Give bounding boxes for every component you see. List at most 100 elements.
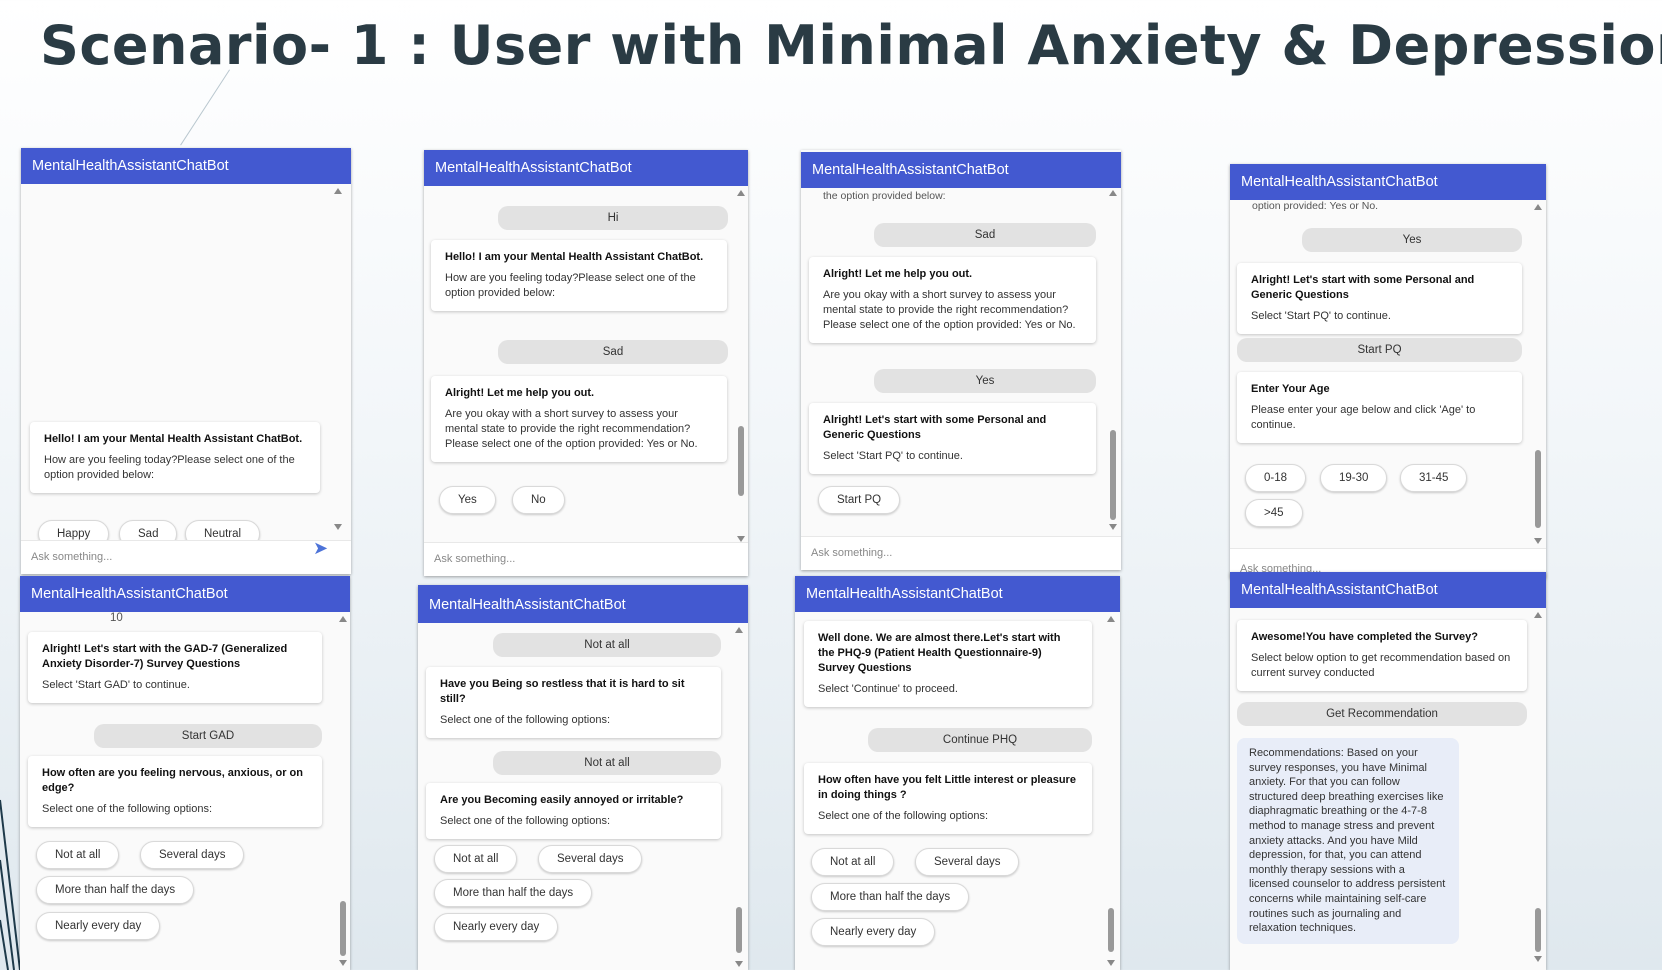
chat-header: MentalHealthAssistantChatBot — [1230, 572, 1546, 608]
message-body: Select one of the following options: — [440, 815, 611, 827]
chat-window-7: MentalHealthAssistantChatBot Well done. … — [795, 576, 1120, 970]
scroll-down-icon[interactable] — [1107, 960, 1115, 966]
bot-message-pq: Alright! Let's start with some Personal … — [1237, 263, 1522, 334]
bot-message-question: Are you Becoming easily annoyed or irrit… — [426, 783, 721, 839]
message-body: Are you okay with a short survey to asse… — [445, 408, 698, 450]
quick-reply-more-than-half[interactable]: More than half the days — [811, 883, 970, 911]
quick-reply-age-over-45[interactable]: >45 — [1245, 499, 1303, 527]
scroll-up-icon[interactable] — [1109, 190, 1117, 196]
scrollbar[interactable] — [736, 190, 746, 542]
get-recommendation-button[interactable]: Get Recommendation — [1237, 702, 1527, 726]
scroll-down-icon[interactable] — [334, 524, 342, 530]
chat-window-5: MentalHealthAssistantChatBot 10 Alright!… — [20, 576, 350, 970]
scroll-up-icon[interactable] — [737, 190, 745, 196]
scroll-down-icon[interactable] — [339, 960, 347, 966]
message-input[interactable]: Ask something... — [424, 542, 748, 576]
chat-window-6: MentalHealthAssistantChatBot Not at all … — [418, 585, 748, 970]
user-message: Not at all — [493, 751, 721, 775]
quick-reply-several-days[interactable]: Several days — [140, 841, 245, 869]
scrollbar[interactable] — [1108, 190, 1118, 530]
user-message: Sad — [498, 340, 728, 364]
message-body: Select one of the following options: — [818, 810, 989, 822]
bot-message-age: Enter Your Age Please enter your age bel… — [1237, 372, 1522, 443]
user-message: Hi — [498, 206, 728, 230]
user-message: Continue PHQ — [868, 728, 1092, 752]
bot-message-question: Have you Being so restless that it is ha… — [426, 667, 721, 738]
message-body: Select below option to get recommendatio… — [1251, 652, 1511, 679]
decorative-stripes — [0, 799, 21, 970]
scroll-up-icon[interactable] — [334, 188, 342, 194]
quick-reply-not-at-all[interactable]: Not at all — [811, 848, 895, 876]
message-title: Are you Becoming easily annoyed or irrit… — [440, 794, 684, 806]
scroll-up-icon[interactable] — [1534, 204, 1542, 210]
message-title: Alright! Let's start with some Personal … — [823, 414, 1047, 441]
quick-reply-nearly-every-day[interactable]: Nearly every day — [36, 912, 161, 940]
message-title: Awesome!You have completed the Survey? — [1251, 631, 1478, 643]
user-message: Yes — [874, 369, 1096, 393]
message-partial: 10 — [110, 612, 123, 624]
quick-reply-not-at-all[interactable]: Not at all — [36, 841, 120, 869]
quick-reply-more-than-half[interactable]: More than half the days — [36, 876, 195, 904]
scrollbar[interactable] — [1533, 204, 1543, 544]
chat-header: MentalHealthAssistantChatBot — [20, 576, 350, 612]
message-body: Select 'Continue' to proceed. — [818, 683, 958, 695]
scroll-up-icon[interactable] — [735, 627, 743, 633]
quick-reply-several-days[interactable]: Several days — [538, 845, 643, 873]
message-input[interactable]: Ask something... — [21, 540, 351, 574]
scrollbar[interactable] — [338, 616, 348, 966]
chat-header: MentalHealthAssistantChatBot — [418, 585, 748, 623]
scroll-down-icon[interactable] — [735, 961, 743, 967]
quick-reply-not-at-all[interactable]: Not at all — [434, 845, 518, 873]
scroll-up-icon[interactable] — [339, 616, 347, 622]
chat-window-8: MentalHealthAssistantChatBot Awesome!You… — [1230, 572, 1546, 970]
quick-reply-nearly-every-day[interactable]: Nearly every day — [434, 913, 559, 941]
scrollbar[interactable] — [734, 627, 744, 967]
scrollbar[interactable] — [1533, 612, 1543, 962]
scroll-down-icon[interactable] — [1534, 538, 1542, 544]
scroll-up-icon[interactable] — [1107, 616, 1115, 622]
message-title: Alright! Let me help you out. — [823, 268, 973, 280]
quick-reply-age-31-45[interactable]: 31-45 — [1400, 464, 1468, 492]
message-body: Select one of the following options: — [440, 714, 611, 726]
quick-reply-several-days[interactable]: Several days — [915, 848, 1020, 876]
message-title: How often are you feeling nervous, anxio… — [42, 767, 303, 794]
message-body: Select one of the following options: — [42, 803, 213, 815]
scrollbar-thumb[interactable] — [1108, 908, 1114, 952]
chat-window-4: MentalHealthAssistantChatBot option prov… — [1230, 164, 1546, 578]
scroll-up-icon[interactable] — [1534, 612, 1542, 618]
quick-reply-more-than-half[interactable]: More than half the days — [434, 879, 593, 907]
message-title: Have you Being so restless that it is ha… — [440, 678, 685, 705]
chat-window-3: MentalHealthAssistantChatBot the option … — [801, 150, 1121, 570]
quick-reply-no[interactable]: No — [512, 486, 565, 514]
chat-header: MentalHealthAssistantChatBot — [801, 152, 1121, 188]
message-title: Well done. We are almost there.Let's sta… — [818, 632, 1061, 674]
message-body: Are you okay with a short survey to asse… — [823, 289, 1076, 331]
send-icon[interactable]: ➤ — [313, 539, 333, 557]
slide-title: Scenario- 1 : User with Minimal Anxiety … — [40, 14, 1662, 77]
bot-message-gad: Alright! Let's start with the GAD-7 (Gen… — [28, 632, 322, 703]
chat-header: MentalHealthAssistantChatBot — [1230, 164, 1546, 200]
quick-reply-age-19-30[interactable]: 19-30 — [1320, 464, 1388, 492]
scroll-down-icon[interactable] — [1534, 956, 1542, 962]
scrollbar-thumb[interactable] — [736, 907, 742, 953]
scrollbar-thumb[interactable] — [1535, 908, 1541, 952]
user-message: Yes — [1302, 228, 1522, 252]
scrollbar-thumb[interactable] — [340, 901, 346, 956]
scrollbar[interactable] — [1106, 616, 1116, 966]
message-title: Alright! Let me help you out. — [445, 387, 595, 399]
quick-reply-start-pq[interactable]: Start PQ — [818, 486, 901, 514]
scrollbar-thumb[interactable] — [738, 426, 744, 496]
scrollbar[interactable] — [333, 188, 343, 530]
bot-message-completed: Awesome!You have completed the Survey? S… — [1237, 620, 1527, 691]
scrollbar-thumb[interactable] — [1535, 450, 1541, 528]
scroll-down-icon[interactable] — [1109, 524, 1117, 530]
quick-reply-yes[interactable]: Yes — [439, 486, 496, 514]
quick-reply-age-0-18[interactable]: 0-18 — [1245, 464, 1307, 492]
quick-reply-nearly-every-day[interactable]: Nearly every day — [811, 918, 936, 946]
bot-message-greeting: Hello! I am your Mental Health Assistant… — [30, 422, 320, 493]
bot-message-pq: Alright! Let's start with some Personal … — [809, 403, 1096, 474]
scrollbar-thumb[interactable] — [1110, 430, 1116, 520]
bot-message-question: How often are you feeling nervous, anxio… — [28, 756, 322, 827]
message-body: How are you feeling today?Please select … — [445, 272, 696, 299]
message-input[interactable]: Ask something... — [801, 536, 1121, 570]
